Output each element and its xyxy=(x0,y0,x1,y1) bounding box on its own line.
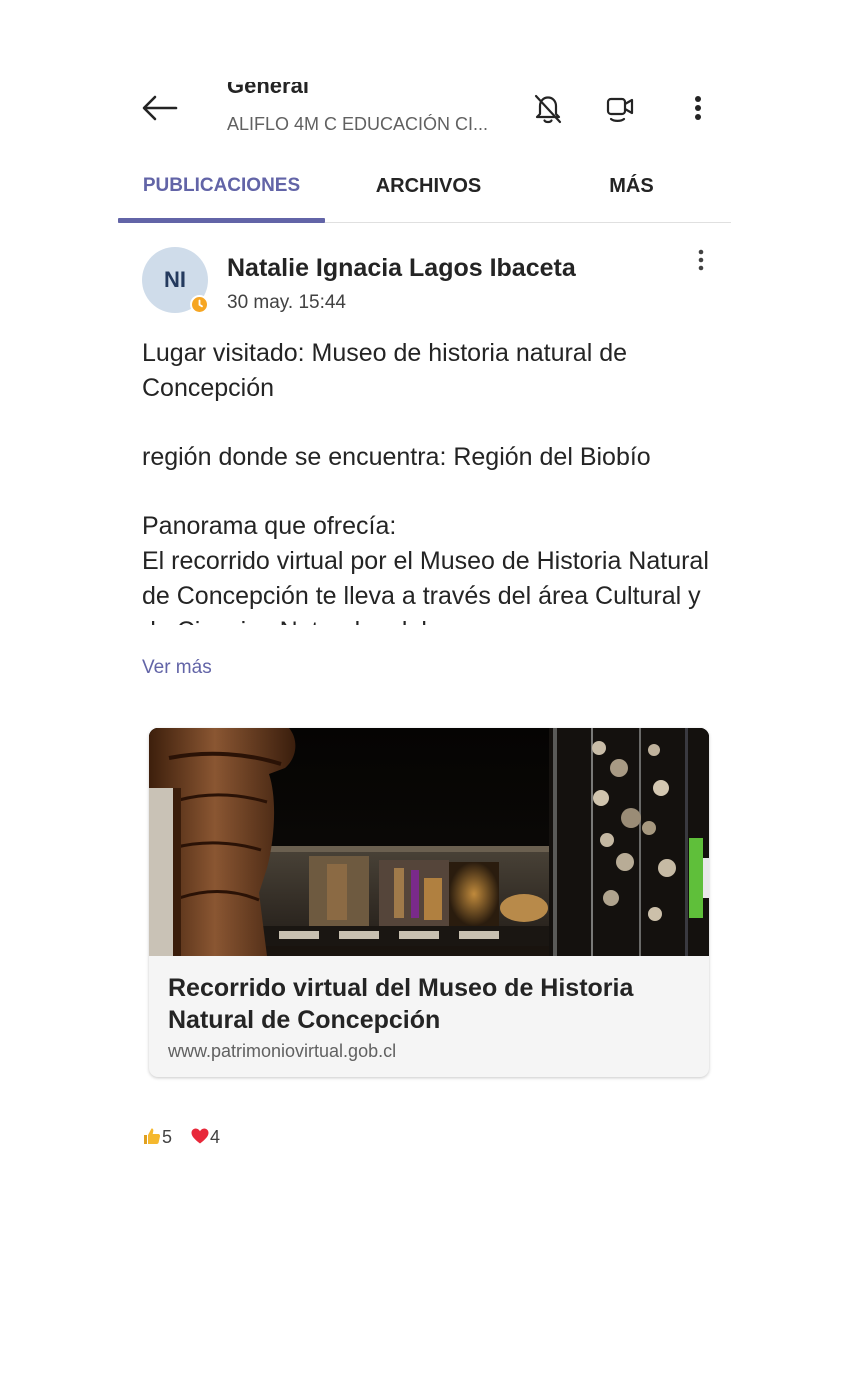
tab-archivos[interactable]: ARCHIVOS xyxy=(325,160,532,214)
like-count: 5 xyxy=(162,1127,173,1147)
team-name: ALIFLO 4M C EDUCACIÓN CI... xyxy=(227,114,489,134)
channel-header: General ALIFLO 4M C EDUCACIÓN CI... xyxy=(118,80,731,140)
post-timestamp: 30 may. 15:44 xyxy=(227,292,347,313)
post-paragraph: Panorama que ofrecía: xyxy=(142,512,397,541)
channel-tabs: PUBLICACIONES ARCHIVOS MÁS xyxy=(118,160,731,223)
presence-away-icon xyxy=(190,295,209,314)
post-paragraph: región donde se encuentra: Región del Bi… xyxy=(142,443,651,472)
like-reaction[interactable]: 5 xyxy=(142,1126,172,1150)
link-preview-url: www.patrimoniovirtual.gob.cl xyxy=(168,1041,397,1061)
thumbs-up-icon xyxy=(144,1128,161,1144)
more-vertical-icon xyxy=(698,249,704,271)
screen: General ALIFLO 4M C EDUCACIÓN CI... PUBL… xyxy=(0,0,850,1400)
see-more-link[interactable]: Ver más xyxy=(142,657,212,679)
link-preview-card[interactable]: Recorrido virtual del Museo de Historia … xyxy=(149,728,709,1077)
more-vertical-icon xyxy=(695,96,701,120)
post-paragraph: Lugar visitado: Museo de historia natura… xyxy=(142,339,628,402)
post-paragraph: El recorrido virtual por el Museo de His… xyxy=(142,547,709,625)
bell-off-icon xyxy=(534,94,562,124)
notifications-button[interactable] xyxy=(530,92,566,126)
heart-reaction[interactable]: 4 xyxy=(190,1126,220,1150)
heart-icon xyxy=(191,1128,209,1144)
post-more-button[interactable] xyxy=(688,246,714,276)
post-author[interactable]: Natalie Ignacia Lagos Ibaceta xyxy=(227,254,576,283)
back-arrow-icon xyxy=(142,95,178,121)
heart-count: 4 xyxy=(210,1127,221,1147)
video-call-icon xyxy=(606,97,634,122)
post-body: Lugar visitado: Museo de historia natura… xyxy=(142,336,717,625)
tab-mas[interactable]: MÁS xyxy=(532,160,731,214)
back-button[interactable] xyxy=(138,92,182,124)
active-tab-indicator xyxy=(118,218,325,223)
video-call-button[interactable] xyxy=(602,92,638,126)
link-preview-title: Recorrido virtual del Museo de Historia … xyxy=(168,974,634,1034)
more-options-button[interactable] xyxy=(680,92,716,126)
tab-publicaciones[interactable]: PUBLICACIONES xyxy=(118,160,325,214)
link-preview-image xyxy=(149,728,709,956)
channel-name: General xyxy=(227,82,309,98)
